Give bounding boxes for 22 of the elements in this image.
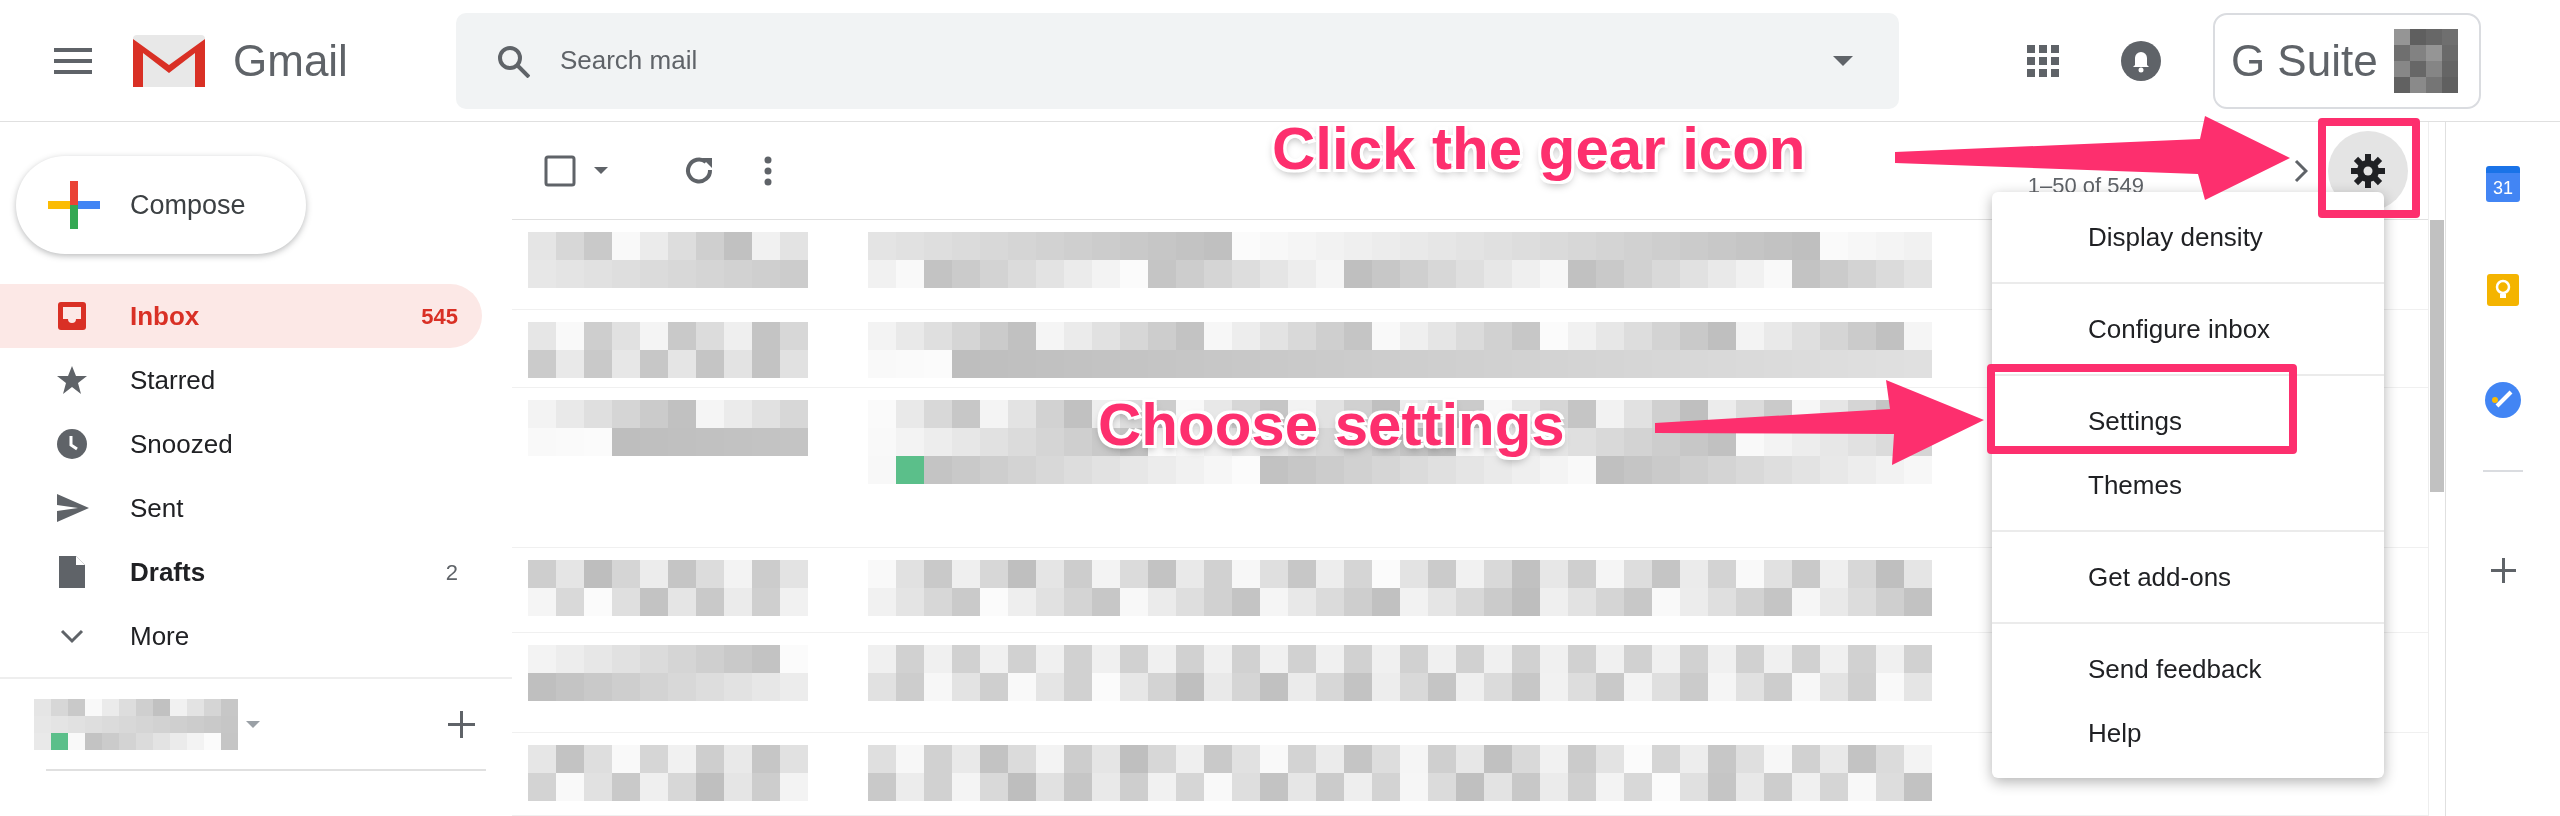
- nav-item[interactable]: Sent: [0, 476, 482, 540]
- menu-item[interactable]: Send feedback: [1992, 637, 2384, 701]
- account-switcher[interactable]: G Suite: [2212, 12, 2481, 109]
- menu-item[interactable]: Themes: [1992, 453, 2384, 517]
- nav-item[interactable]: Snoozed: [0, 412, 482, 476]
- brand-label: G Suite: [2230, 34, 2378, 87]
- compose-button[interactable]: Compose: [16, 156, 306, 254]
- menu-item[interactable]: Configure inbox: [1992, 297, 2384, 361]
- menu-item[interactable]: Help: [1992, 701, 2384, 765]
- nav-item[interactable]: Drafts 2: [0, 540, 482, 604]
- nav-item[interactable]: Starred: [0, 348, 482, 412]
- callout-text: Click the gear icon: [1272, 114, 1806, 184]
- search-bar[interactable]: Search mail: [455, 12, 1899, 109]
- nav-item[interactable]: Inbox 545: [0, 284, 482, 348]
- menu-item[interactable]: Settings: [1992, 389, 2384, 453]
- menu-item[interactable]: Display density: [1992, 205, 2384, 269]
- nav-item[interactable]: More: [0, 604, 482, 668]
- app-title: Gmail: [233, 34, 348, 87]
- calendar-button[interactable]: 31: [2486, 166, 2520, 202]
- search-field[interactable]: Search mail: [559, 41, 1833, 80]
- menu-item[interactable]: Get add-ons: [1992, 545, 2384, 609]
- callout-text: Choose settings: [1098, 390, 1565, 460]
